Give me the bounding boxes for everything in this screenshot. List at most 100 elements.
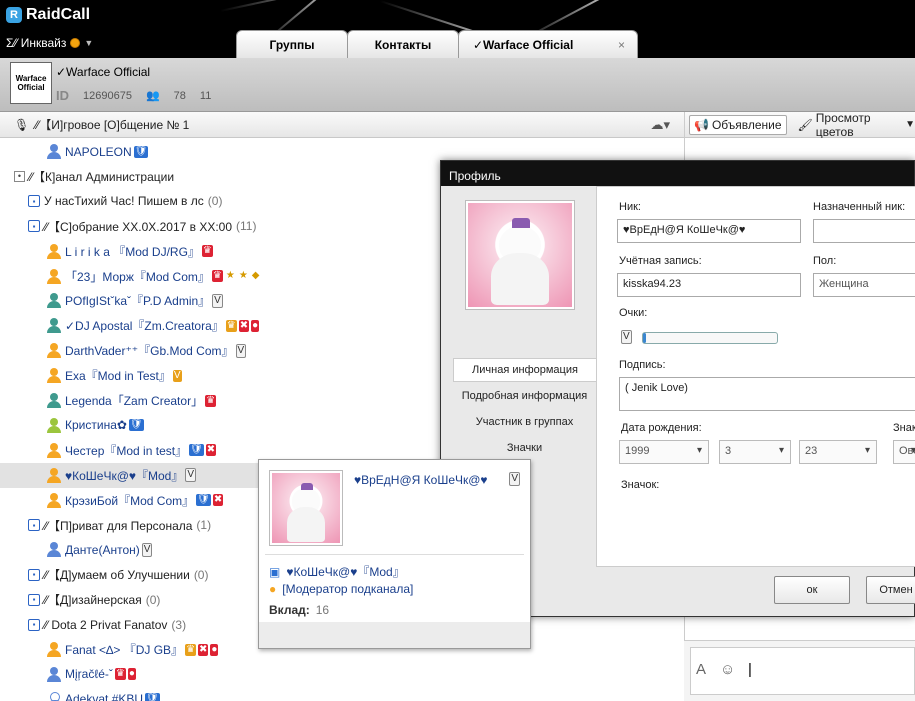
nav-detailed-info[interactable]: Подробная информация — [453, 384, 596, 408]
user-name: NAPOLEON — [65, 144, 132, 159]
user-name: Данте(Антон) — [65, 542, 140, 557]
nav-badges[interactable]: Значки — [453, 436, 596, 460]
badge-icon: ♛ — [205, 394, 217, 407]
user-avatar-icon — [47, 467, 61, 483]
contrib-label: Вклад: — [269, 603, 310, 617]
user-name: ♥КоШеЧк@♥『Mod』 — [65, 468, 184, 483]
v-badge-icon: V — [509, 472, 520, 486]
user-item[interactable]: Кристина✿ 🛡 — [0, 413, 440, 438]
members-icon: 👥 — [145, 90, 160, 102]
user-name: DarthVader⁺⁺『Gb.Mod Com』 — [65, 344, 234, 359]
profile-photo — [465, 200, 575, 310]
divider — [265, 554, 524, 555]
badge-icon: ● — [251, 319, 260, 332]
user-item[interactable]: 「23」Морж『Mod Com』 ♛ ★ ★ ◆ — [0, 264, 440, 289]
gender-field[interactable]: Женщина — [813, 273, 915, 297]
user-avatar-icon — [47, 442, 61, 458]
ok-button[interactable]: ок — [774, 576, 850, 604]
tab-warface-official[interactable]: ✓Warface Official × — [458, 30, 638, 58]
channel-count: (11) — [236, 219, 257, 234]
badge-icon: V — [235, 343, 247, 358]
birth-year-select[interactable]: 1999 — [619, 440, 709, 464]
lock-icon: ▪ — [28, 195, 40, 208]
birth-month-select[interactable]: 3 — [719, 440, 791, 464]
app-name: RaidCall — [26, 6, 91, 23]
user-name: Exa『Mod in Test』 — [65, 369, 171, 384]
profile-content: Ник: ♥ВрЕдН@Я КоШеЧк@♥ Назначенный ник: … — [596, 186, 915, 567]
channel-name: ⁄⁄【Д]умаем об Улучшении — [44, 568, 190, 583]
tab-contacts[interactable]: Контакты — [347, 30, 459, 58]
badge-icon: ★ — [238, 270, 248, 281]
card-name: ♥ВрЕдН@Я КоШеЧк@♥ — [354, 473, 488, 487]
user-item[interactable]: Exa『Mod in Test』 V — [0, 363, 440, 388]
channel-item[interactable]: ▪ У насТихий Час! Пишем в лс (0) — [0, 189, 440, 214]
colors-button[interactable]: 🖌 Просмотр цветов — [793, 111, 900, 139]
crown-icon — [300, 482, 313, 490]
card-contrib-line: Вклад: 16 — [269, 603, 329, 617]
group-header: Warface Official ✓Warface Official ID 12… — [0, 58, 915, 112]
chevron-down-icon[interactable]: ▼ — [84, 38, 93, 48]
chat-toolbar: 📢 Объявление 🖌 Просмотр цветов ▼ — [684, 111, 915, 139]
v-badge-icon: V — [621, 330, 632, 344]
user-name: 「23」Морж『Mod Com』 — [65, 269, 210, 284]
announce-button[interactable]: 📢 Объявление — [689, 114, 787, 135]
user-item[interactable]: POfIgIStˇkaˇ『P.D Admin』 V — [0, 288, 440, 313]
cancel-button[interactable]: Отмен — [866, 576, 915, 604]
badge-icon: 🛡 — [145, 693, 160, 701]
channel-count: (1) — [196, 518, 212, 532]
nav-personal-info[interactable]: Личная информация — [453, 358, 596, 382]
channel-tools-icon[interactable]: ☁▾ — [650, 117, 670, 133]
close-icon[interactable]: × — [618, 38, 625, 52]
user-avatar-icon — [47, 318, 61, 334]
badge-icon: ✖ — [238, 319, 250, 332]
badge-icon: V — [185, 468, 197, 483]
channel-count: (0) — [145, 592, 161, 607]
status-icon[interactable] — [70, 38, 81, 48]
user-item[interactable]: L i r i k a 『Mod DJ/RG』 ♛ — [0, 239, 440, 264]
user-avatar-icon — [47, 144, 61, 159]
badge-icon: ● — [210, 643, 219, 656]
nav-group-member[interactable]: Участник в группах — [453, 410, 596, 434]
badge-icon: ✖ — [198, 643, 209, 656]
channel-name: ⁄⁄ Dota 2 Privat Fanatov — [44, 617, 168, 632]
badge-icon: V — [172, 369, 182, 382]
assigned-nick-label: Назначенный ник: — [813, 201, 906, 213]
assigned-nick-field[interactable] — [813, 219, 915, 243]
raidcall-logo-icon: R — [6, 7, 22, 23]
user-avatar-icon — [47, 642, 61, 657]
user-status[interactable]: Σ⁄⁄ Инквайз ▼ — [6, 36, 93, 50]
announce-icon: 📢 — [694, 117, 709, 132]
badge-icon: ♛ — [211, 270, 223, 282]
account-field[interactable]: kisska94.23 — [617, 273, 801, 297]
gender-label: Пол: — [813, 255, 837, 267]
expand-icon[interactable]: • — [14, 170, 25, 182]
tab-groups[interactable]: Группы — [236, 30, 348, 58]
badge-icon: ✖ — [205, 444, 217, 457]
user-item[interactable]: Legenda「Zam Creator」 ♛ — [0, 388, 440, 413]
badge-icon: 🛡 — [189, 444, 204, 457]
user-item[interactable]: ✓DJ Apostal『Zm.Creatora』 ♛ ✖ ● — [0, 313, 440, 338]
channel-item[interactable]: • ⁄⁄【К]анал Администрации — [0, 164, 440, 189]
user-item[interactable]: Adekvat #KBU 🛡 — [0, 687, 440, 701]
channel-item[interactable]: ▪ ⁄⁄【С]обрание XX.0X.2017 в XX:00 (11) — [0, 214, 440, 239]
user-avatar-icon — [47, 268, 61, 284]
font-icon[interactable]: A — [696, 661, 706, 678]
user-card-tooltip: ♥ВрЕдН@Я КоШеЧк@♥ V ▣ ♥КоШеЧк@♥『Mod』 ● [… — [258, 459, 531, 649]
emoji-icon[interactable]: ☺ — [720, 661, 735, 678]
user-item[interactable]: DarthVader⁺⁺『Gb.Mod Com』 V — [0, 338, 440, 363]
user-item[interactable]: Mįŗačℓé-ˇ ♛ ● — [0, 662, 440, 687]
card-nick: ♥КоШеЧк@♥『Mod』 — [286, 565, 405, 579]
zodiac-select[interactable]: Ове — [893, 440, 915, 464]
signature-field[interactable]: ( Jenik Love) — [619, 377, 915, 411]
user-item[interactable]: NAPOLEON 🛡 — [0, 139, 440, 164]
nick-field[interactable]: ♥ВрЕдН@Я КоШеЧк@♥ — [617, 219, 801, 243]
card-role-line: ● [Модератор подканала] — [269, 582, 413, 596]
birth-day-select[interactable]: 23 — [799, 440, 877, 464]
user-name: Честер『Mod in test』 — [65, 443, 188, 458]
crown-icon — [511, 217, 531, 228]
badge-icon: 🛡 — [133, 145, 149, 158]
lock-icon: ▪ — [28, 568, 40, 581]
user-name: Кристина✿ — [65, 418, 127, 433]
account-label: Учётная запись: — [619, 255, 702, 267]
chevron-down-icon[interactable]: ▼ — [905, 119, 915, 130]
